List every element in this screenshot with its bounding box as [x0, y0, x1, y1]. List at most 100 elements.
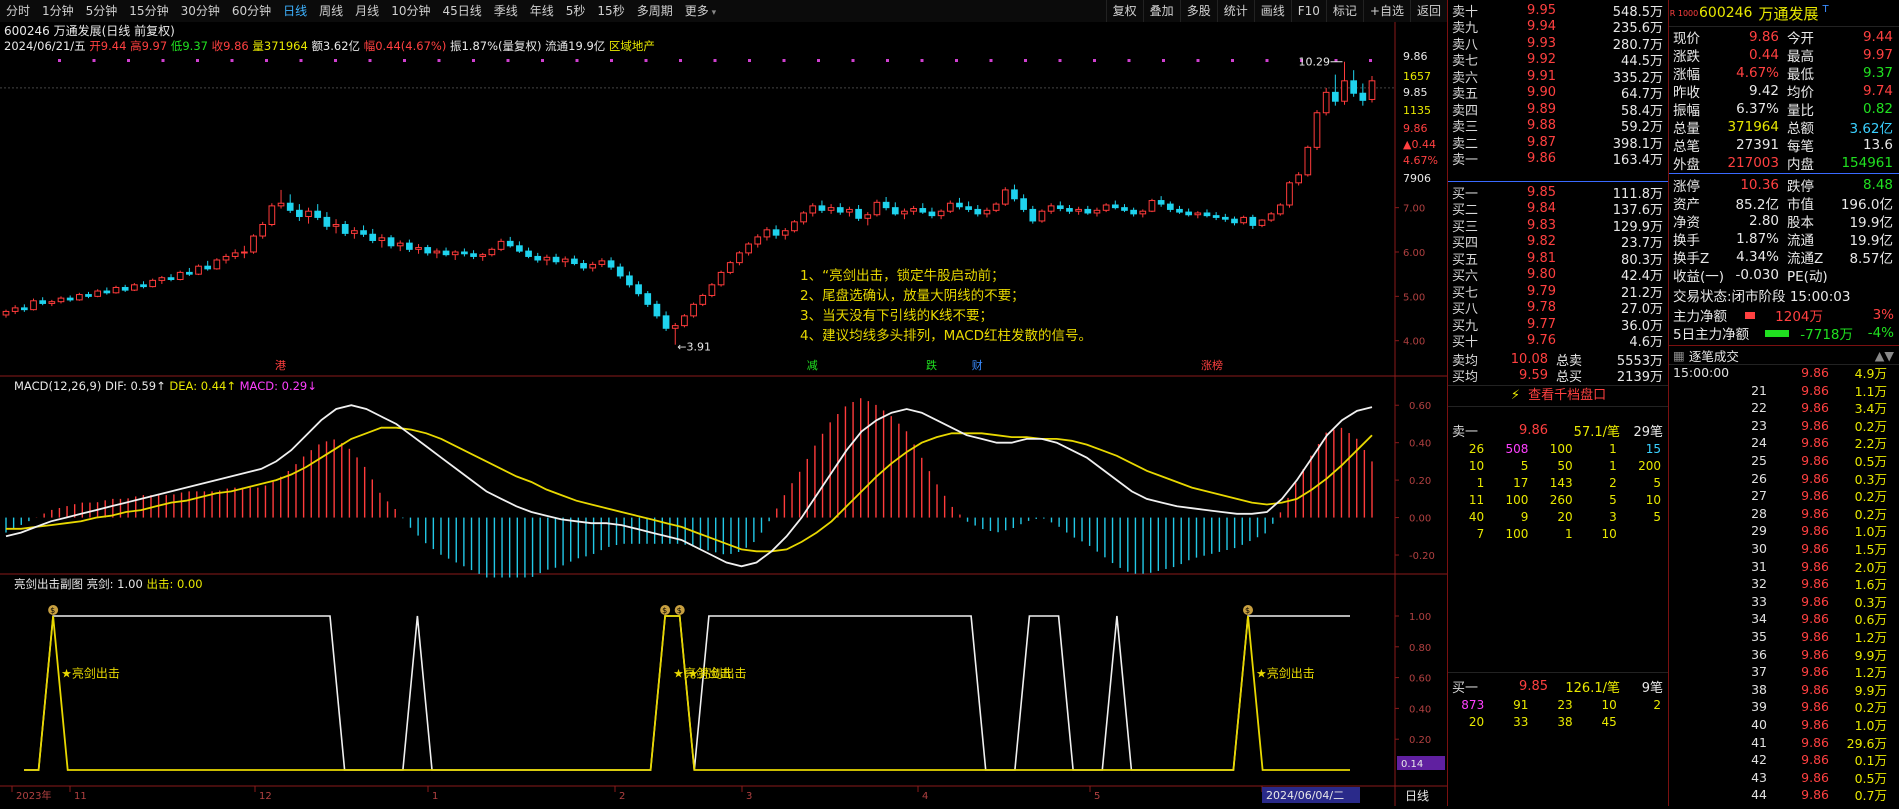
candle-body[interactable] [30, 300, 37, 311]
period-tab-6[interactable]: 日线 [277, 0, 313, 22]
candle-body[interactable] [1139, 210, 1147, 215]
period-tab-11[interactable]: 季线 [488, 0, 524, 22]
candle-body[interactable] [965, 206, 972, 210]
candle-body[interactable] [901, 210, 908, 215]
candle-body[interactable] [598, 260, 606, 265]
candle-body[interactable] [11, 307, 19, 312]
candle-body[interactable] [305, 210, 312, 218]
candle-body[interactable] [506, 240, 514, 247]
candle-body[interactable] [1221, 216, 1229, 220]
candle-body[interactable] [754, 236, 762, 245]
period-tab-7[interactable]: 周线 [313, 0, 349, 22]
candle-body[interactable] [369, 233, 377, 241]
candle-body[interactable] [653, 303, 661, 317]
order-row[interactable]: 买七 9.79 21.2万 [1448, 283, 1669, 301]
tool-button-5[interactable]: F10 [1290, 0, 1326, 22]
order-row[interactable]: 卖三 9.88 59.2万 [1448, 118, 1669, 135]
candle-body[interactable] [140, 284, 147, 288]
period-tab-12[interactable]: 年线 [524, 0, 560, 22]
candle-body[interactable] [616, 266, 624, 277]
candle-body[interactable] [891, 207, 899, 215]
candle-body[interactable] [213, 259, 221, 270]
order-row[interactable]: 卖九 9.94 235.6万 [1448, 19, 1669, 36]
candle-body[interactable] [20, 307, 28, 311]
candle-body[interactable] [671, 325, 679, 329]
candle-body[interactable] [406, 242, 413, 250]
candle-body[interactable] [534, 255, 542, 261]
candle-body[interactable] [186, 271, 193, 275]
candle-body[interactable] [112, 286, 120, 294]
candle-body[interactable] [85, 294, 92, 297]
candle-body[interactable] [1047, 205, 1055, 212]
candle-body[interactable] [1102, 204, 1110, 211]
candle-body[interactable] [1313, 112, 1321, 148]
candle-body[interactable] [497, 240, 505, 250]
candle-body[interactable] [479, 254, 487, 257]
order-row[interactable]: 卖十 9.95 548.5万 [1448, 2, 1669, 20]
candle-body[interactable] [516, 245, 523, 252]
tool-button-7[interactable]: +自选 [1362, 0, 1410, 22]
order-row[interactable]: 买三 9.83 129.9万 [1448, 217, 1669, 235]
candle-body[interactable] [580, 263, 587, 269]
candle-body[interactable] [1203, 212, 1211, 217]
candle-body[interactable] [956, 202, 963, 208]
candle-body[interactable] [946, 202, 954, 212]
candle-body[interactable] [662, 315, 670, 329]
order-row[interactable]: 卖八 9.93 280.7万 [1448, 35, 1669, 53]
period-tab-5[interactable]: 60分钟 [226, 0, 277, 22]
candle-body[interactable] [1231, 218, 1238, 224]
candle-body[interactable] [644, 293, 652, 305]
candle-body[interactable] [589, 263, 597, 269]
candle-body[interactable] [2, 310, 10, 316]
candle-body[interactable] [1066, 208, 1073, 212]
order-row[interactable]: 卖七 9.92 44.5万 [1448, 52, 1669, 69]
period-tab-13[interactable]: 5秒 [560, 0, 592, 22]
candle-body[interactable] [1304, 146, 1312, 176]
chart-area[interactable]: 600246 万通发展(日线 前复权) 2024/06/21/五 开9.44 高9… [0, 22, 1447, 806]
candle-body[interactable] [94, 290, 102, 297]
order-row[interactable]: 买十 9.76 4.6万 [1448, 333, 1669, 350]
candle-body[interactable] [781, 230, 789, 236]
candle-body[interactable] [314, 210, 322, 218]
candle-body[interactable] [607, 260, 615, 268]
candle-body[interactable] [378, 237, 386, 241]
event-marker-2[interactable]: 跌 [926, 358, 937, 372]
candle-body[interactable] [488, 248, 496, 256]
candle-body[interactable] [461, 251, 468, 255]
candle-body[interactable] [470, 253, 477, 257]
period-tab-9[interactable]: 10分钟 [385, 0, 436, 22]
candle-body[interactable] [1194, 212, 1202, 216]
period-tab-3[interactable]: 15分钟 [123, 0, 174, 22]
candle-body[interactable] [809, 205, 817, 214]
candle-body[interactable] [525, 250, 532, 257]
chart-svg[interactable]: 600246 万通发展(日线 前复权)2024/06/21/五 开9.44 高9… [0, 22, 1447, 806]
candle-body[interactable] [882, 201, 890, 209]
candle-body[interactable] [277, 202, 285, 207]
candle-body[interactable] [360, 230, 367, 235]
period-tab-0[interactable]: 分时 [0, 0, 36, 22]
candle-body[interactable] [1212, 215, 1220, 218]
candle-body[interactable] [1350, 80, 1358, 94]
order-row[interactable]: 买六 9.80 42.4万 [1448, 267, 1669, 284]
candle-body[interactable] [176, 271, 184, 280]
candle-body[interactable] [635, 284, 642, 295]
candle-body[interactable] [992, 203, 1000, 211]
candle-body[interactable] [1166, 203, 1174, 210]
candle-body[interactable] [433, 250, 441, 254]
candle-body[interactable] [241, 251, 248, 254]
candle-body[interactable] [1020, 198, 1027, 210]
candle-body[interactable] [864, 214, 872, 219]
tool-button-4[interactable]: 画线 [1253, 0, 1291, 22]
period-tab-15[interactable]: 多周期 [631, 0, 679, 22]
period-tab-14[interactable]: 15秒 [591, 0, 630, 22]
candle-body[interactable] [204, 265, 212, 270]
tool-button-8[interactable]: 返回 [1409, 0, 1447, 22]
tool-button-3[interactable]: 统计 [1216, 0, 1254, 22]
tool-button-6[interactable]: 标记 [1325, 0, 1363, 22]
candle-body[interactable] [699, 294, 707, 305]
candle-body[interactable] [561, 258, 569, 263]
candle-body[interactable] [1258, 219, 1266, 226]
order-row[interactable]: 买四 9.82 23.7万 [1448, 234, 1669, 251]
candle-body[interactable] [873, 201, 881, 216]
candle-body[interactable] [1286, 182, 1293, 206]
